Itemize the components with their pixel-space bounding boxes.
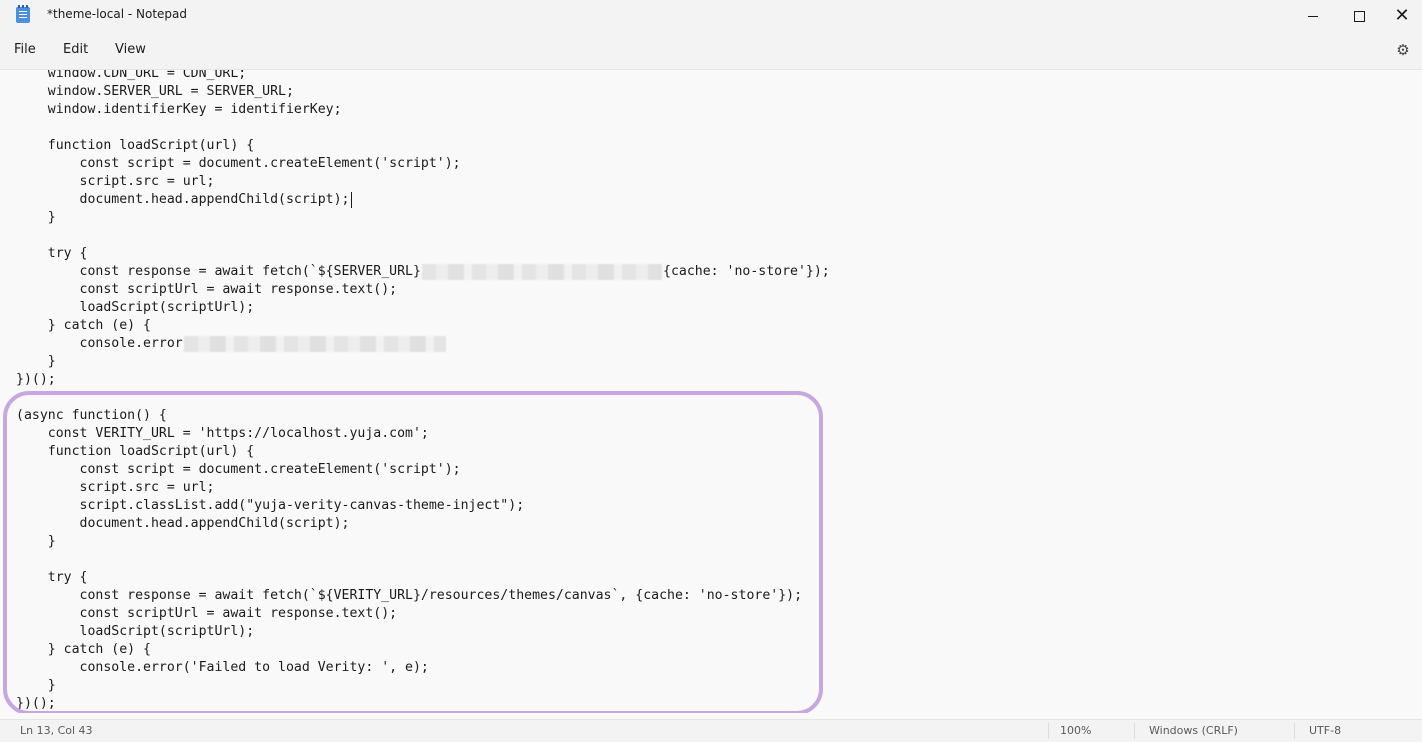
status-divider — [1294, 723, 1295, 739]
code-line: })(); — [16, 696, 56, 711]
code-line: } — [16, 534, 56, 549]
code-line: function loadScript(url) { — [16, 444, 255, 459]
code-line: document.head.appendChild(script); — [16, 516, 350, 531]
notepad-icon — [16, 5, 30, 23]
text-editor[interactable]: window.CDN_URL = CDN_URL; window.SERVER_… — [0, 70, 1422, 713]
code-line: window.identifierKey = identifierKey; — [16, 102, 342, 117]
code-line: script.classList.add("yuja-verity-canvas… — [16, 498, 525, 513]
code-line: loadScript(scriptUrl); — [16, 300, 255, 315]
menu-bar: File Edit View — [0, 32, 1422, 70]
code-line: })(); — [16, 372, 56, 387]
close-icon: ✕ — [1394, 5, 1410, 26]
maximize-button[interactable] — [1336, 0, 1382, 32]
code-line: try { — [16, 570, 88, 585]
minimize-button[interactable] — [1290, 0, 1336, 32]
code-line: loadScript(scriptUrl); — [16, 624, 255, 639]
cursor-position: Ln 13, Col 43 — [20, 724, 93, 737]
minimize-icon — [1308, 15, 1318, 17]
code-line: const script = document.createElement('s… — [16, 462, 461, 477]
status-divider — [1134, 723, 1135, 739]
title-bar[interactable]: *theme-local - Notepad ✕ — [0, 0, 1422, 32]
code-line: const response = await fetch(`${VERITY_U… — [16, 588, 803, 603]
code-line-suffix: {cache: 'no-store'}); — [663, 264, 830, 279]
redacted-text — [184, 336, 446, 352]
code-line: window.CDN_URL = CDN_URL; — [16, 70, 247, 81]
code-line: const script = document.createElement('s… — [16, 156, 461, 171]
code-line: console.error — [16, 336, 183, 351]
code-line: document.head.appendChild(script); — [16, 192, 350, 207]
code-line: try { — [16, 246, 88, 261]
status-bar: Ln 13, Col 43 100% Windows (CRLF) UTF-8 — [0, 719, 1422, 742]
code-line: } — [16, 354, 56, 369]
menu-file[interactable]: File — [12, 42, 38, 57]
window-title: *theme-local - Notepad — [47, 7, 188, 21]
status-divider — [1048, 723, 1049, 739]
code-line: script.src = url; — [16, 480, 215, 495]
close-button[interactable]: ✕ — [1382, 0, 1422, 32]
code-line: window.SERVER_URL = SERVER_URL; — [16, 84, 294, 99]
encoding: UTF-8 — [1309, 724, 1342, 737]
menu-view[interactable]: View — [113, 42, 148, 57]
code-line: } — [16, 678, 56, 693]
gear-icon[interactable]: ⚙ — [1395, 42, 1411, 58]
maximize-icon — [1353, 10, 1365, 22]
code-line: const scriptUrl = await response.text(); — [16, 606, 398, 621]
code-line: function loadScript(url) { — [16, 138, 255, 153]
text-caret — [351, 192, 352, 208]
code-line: } — [16, 210, 56, 225]
menu-edit[interactable]: Edit — [61, 42, 90, 57]
code-line: const scriptUrl = await response.text(); — [16, 282, 398, 297]
code-line: script.src = url; — [16, 174, 215, 189]
code-line: } catch (e) { — [16, 318, 151, 333]
line-ending: Windows (CRLF) — [1149, 724, 1238, 737]
redacted-text — [422, 264, 662, 280]
code-line: } catch (e) { — [16, 642, 151, 657]
code-line: (async function() { — [16, 408, 167, 423]
code-line: const VERITY_URL = 'https://localhost.yu… — [16, 426, 429, 441]
zoom-level: 100% — [1060, 724, 1092, 737]
code-line: console.error('Failed to load Verity: ',… — [16, 660, 429, 675]
code-line: const response = await fetch(`${SERVER_U… — [16, 264, 421, 279]
